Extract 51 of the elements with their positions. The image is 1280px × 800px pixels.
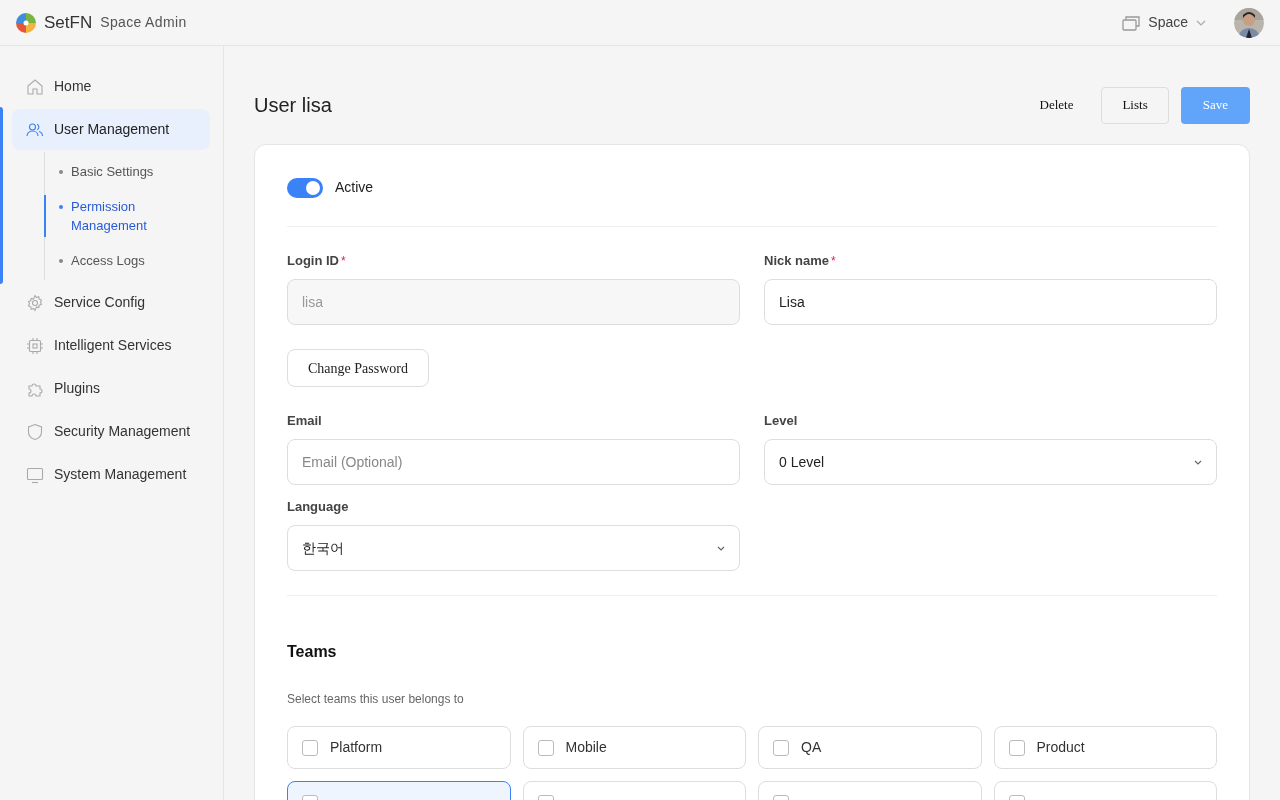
chip-icon xyxy=(26,336,44,355)
checkbox[interactable] xyxy=(537,739,554,756)
monitor-icon xyxy=(26,465,44,484)
home-icon xyxy=(26,77,44,96)
users-icon xyxy=(26,120,44,139)
toggle-label: Active xyxy=(335,178,374,197)
team-option[interactable]: QA xyxy=(758,726,982,769)
logo-icon xyxy=(16,12,36,33)
page-title: User lisa xyxy=(254,93,333,118)
submenu-item[interactable]: Permission Management xyxy=(45,189,205,243)
section-hint: Select teams this user belongs to xyxy=(287,691,465,708)
team-option[interactable]: Platform xyxy=(287,726,511,769)
team-option[interactable]: Product xyxy=(993,726,1217,769)
delete-button[interactable]: Delete xyxy=(1023,86,1090,124)
checkbox[interactable] xyxy=(302,739,318,756)
lists-button[interactable]: Lists xyxy=(1101,86,1169,124)
sidebar-item[interactable]: Security Management xyxy=(12,411,210,452)
required-mark: * xyxy=(341,253,346,270)
chevron-down-icon xyxy=(1194,459,1202,465)
language-select[interactable]: 한국어 xyxy=(287,525,740,571)
sidebar-item[interactable]: User Management xyxy=(12,109,210,150)
field-label: Level xyxy=(764,412,799,430)
section-title: Teams xyxy=(287,642,338,662)
change-password-button[interactable]: Change Password xyxy=(287,349,429,387)
nick-name-field[interactable]: Lisa xyxy=(764,279,1217,325)
settings-icon xyxy=(26,293,44,312)
app-title: Space Admin xyxy=(100,13,187,32)
required-mark: * xyxy=(831,253,836,270)
level-select[interactable]: 0 Level xyxy=(764,439,1217,485)
chevron-down-icon xyxy=(717,545,725,551)
team-option[interactable]: Mobile xyxy=(522,726,746,769)
brand-name: SetFN xyxy=(44,11,93,34)
checkbox[interactable] xyxy=(773,739,789,756)
sidebar-item[interactable]: Intelligent Services xyxy=(12,325,210,366)
space-selector[interactable]: Space xyxy=(1122,12,1206,33)
sidebar-item[interactable]: Service Config xyxy=(12,282,210,323)
sidebar-item[interactable]: Home xyxy=(12,66,210,107)
active-toggle[interactable] xyxy=(287,177,323,198)
field-label: Nick name xyxy=(764,252,830,271)
field-label: Language xyxy=(287,498,350,516)
windows-icon xyxy=(1122,14,1141,31)
sidebar-item[interactable]: Plugins xyxy=(12,368,210,409)
submenu-item[interactable]: Access Logs xyxy=(45,243,205,278)
checkbox[interactable] xyxy=(1008,739,1025,756)
sidebar-item[interactable]: System Management xyxy=(12,454,210,495)
shield-icon xyxy=(26,422,44,441)
email-field[interactable]: Email (Optional) xyxy=(287,439,740,485)
submenu-item[interactable]: Basic Settings xyxy=(45,154,205,189)
field-label: Email xyxy=(287,412,323,430)
chevron-down-icon xyxy=(1196,19,1206,26)
field-label: Login ID xyxy=(287,252,339,271)
